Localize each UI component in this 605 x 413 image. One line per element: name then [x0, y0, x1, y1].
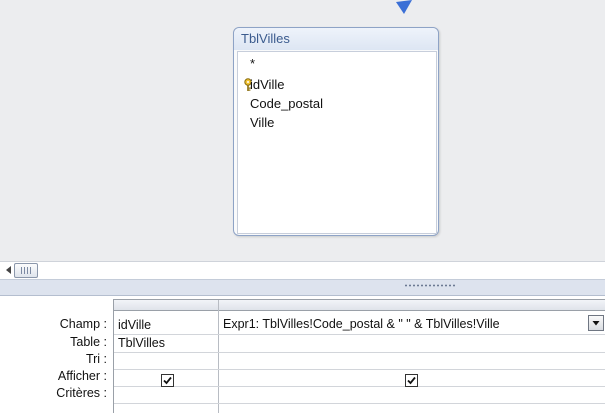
- table-cell[interactable]: [222, 335, 602, 351]
- table-design-area[interactable]: TblVilles * idVille Code_postal Ville: [0, 0, 605, 261]
- row-divider: [114, 403, 605, 404]
- chevron-left-icon[interactable]: [6, 266, 12, 274]
- field-grid[interactable]: idVille TblVilles Expr1: TblVilles!Code_…: [113, 299, 605, 413]
- show-checkbox[interactable]: [161, 374, 174, 387]
- field-item-code-postal[interactable]: Code_postal: [250, 96, 323, 112]
- sort-cell[interactable]: [222, 353, 602, 368]
- row-label-afficher: Afficher :: [57, 369, 107, 383]
- table-cell[interactable]: TblVilles: [118, 335, 214, 351]
- row-divider: [114, 386, 605, 387]
- checkmark-icon: [407, 376, 416, 385]
- expression-field-cell[interactable]: Expr1: TblVilles!Code_postal & " " & Tbl…: [220, 315, 588, 334]
- horizontal-scrollbar[interactable]: [0, 261, 605, 279]
- row-label-table: Table :: [70, 335, 107, 349]
- row-label-tri: Tri :: [85, 352, 107, 366]
- splitter-grip-icon[interactable]: [404, 284, 456, 287]
- field-cell[interactable]: idVille: [118, 317, 214, 333]
- grip-icon: [21, 267, 22, 274]
- show-checkbox[interactable]: [405, 374, 418, 387]
- sort-cell[interactable]: [118, 353, 214, 368]
- column-divider[interactable]: [218, 300, 219, 413]
- grip-icon: [27, 267, 28, 274]
- field-item-idville[interactable]: idVille: [250, 77, 284, 93]
- grip-icon: [30, 267, 31, 274]
- table-field-list-window[interactable]: TblVilles * idVille Code_postal Ville: [233, 27, 439, 236]
- pane-splitter[interactable]: [0, 279, 605, 296]
- field-item-ville[interactable]: Ville: [250, 115, 274, 131]
- row-divider: [114, 369, 605, 370]
- field-item-all[interactable]: *: [250, 56, 255, 72]
- row-label-champ: Champ :: [59, 317, 107, 331]
- row-label-criteres: Critères :: [56, 386, 107, 400]
- table-title[interactable]: TblVilles: [234, 28, 438, 50]
- field-dropdown-button[interactable]: [588, 315, 604, 331]
- arrow-pointer-icon: [396, 0, 412, 14]
- scrollbar-thumb[interactable]: [14, 263, 38, 278]
- query-design-grid[interactable]: Champ : Table : Tri : Afficher : Critère…: [0, 296, 605, 413]
- column-selector-bar[interactable]: [114, 300, 605, 311]
- field-list[interactable]: * idVille Code_postal Ville: [237, 51, 437, 234]
- grip-icon: [24, 267, 25, 274]
- checkmark-icon: [163, 376, 172, 385]
- chevron-down-icon: [592, 321, 600, 326]
